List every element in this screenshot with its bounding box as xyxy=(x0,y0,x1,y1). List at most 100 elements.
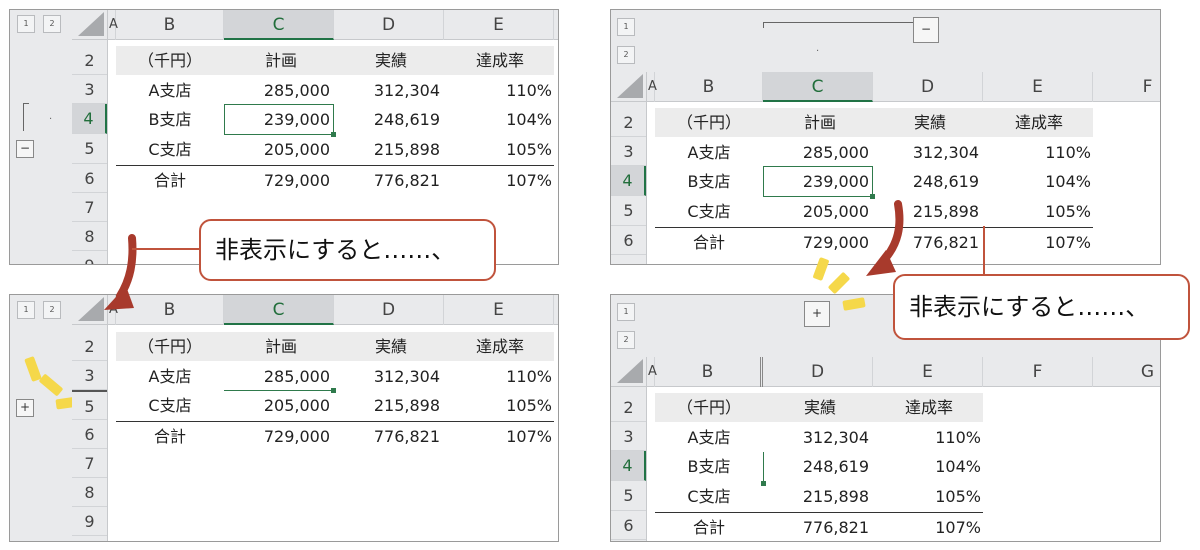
cell-branch[interactable]: C支店 xyxy=(116,391,224,420)
cell-branch[interactable]: A支店 xyxy=(116,76,224,105)
cell-total-rate[interactable]: 107% xyxy=(875,513,981,541)
row-header-3[interactable]: 3 xyxy=(72,75,107,104)
column-header-d[interactable]: D xyxy=(873,72,983,102)
cell-rate[interactable]: 110% xyxy=(875,423,981,452)
column-header-c[interactable]: C xyxy=(763,72,873,102)
cell-actual[interactable]: 312,304 xyxy=(336,362,440,391)
cell-total-label[interactable]: 合計 xyxy=(116,166,224,195)
cell-plan[interactable]: 205,000 xyxy=(226,135,330,164)
header-rate[interactable]: 達成率 xyxy=(446,46,554,75)
row-header-2[interactable]: 2 xyxy=(611,393,646,422)
column-header-a[interactable]: A xyxy=(108,10,118,40)
cell-total-actual[interactable]: 776,821 xyxy=(336,166,440,195)
outline-level-2-button[interactable]: 2 xyxy=(617,331,635,349)
row-header-3[interactable]: 3 xyxy=(72,361,107,390)
outline-level-1-button[interactable]: 1 xyxy=(617,18,635,36)
row-header-7[interactable]: 7 xyxy=(72,193,107,222)
row-header-6[interactable]: 6 xyxy=(72,164,107,193)
column-header-e[interactable]: E xyxy=(444,10,554,40)
row-header-3[interactable]: 3 xyxy=(611,137,646,166)
column-header-d[interactable]: D xyxy=(763,357,873,387)
cell-plan[interactable]: 205,000 xyxy=(765,197,869,226)
row-header-6[interactable]: 6 xyxy=(72,420,107,449)
cell-rate[interactable]: 104% xyxy=(875,452,981,481)
header-plan[interactable]: 計画 xyxy=(226,332,336,361)
cell-total-rate[interactable]: 107% xyxy=(446,422,552,451)
column-header-d[interactable]: D xyxy=(334,295,444,325)
cell-total-label[interactable]: 合計 xyxy=(655,513,763,541)
header-unit[interactable]: （千円） xyxy=(116,332,224,361)
active-cell-c4[interactable] xyxy=(224,104,336,137)
cell-actual[interactable]: 312,304 xyxy=(765,423,869,452)
row-header-8[interactable]: 8 xyxy=(72,478,107,507)
collapse-group-button[interactable]: − xyxy=(913,17,939,43)
cell-actual[interactable]: 215,898 xyxy=(336,391,440,420)
collapse-group-button[interactable]: − xyxy=(16,140,34,158)
cell-rate[interactable]: 104% xyxy=(446,105,552,134)
row-header-4[interactable]: 4 xyxy=(72,104,107,134)
cell-actual[interactable]: 215,898 xyxy=(336,135,440,164)
cell-actual[interactable]: 248,619 xyxy=(765,452,869,481)
column-header-b[interactable]: B xyxy=(116,10,224,40)
row-header-2[interactable]: 2 xyxy=(611,108,646,137)
row-header-7[interactable]: 7 xyxy=(72,449,107,478)
select-all-corner[interactable] xyxy=(72,10,108,40)
cell-branch[interactable]: B支店 xyxy=(655,167,763,196)
column-header-b[interactable]: B xyxy=(655,72,763,102)
outline-level-2-button[interactable]: 2 xyxy=(617,46,635,64)
cell-branch[interactable]: B支店 xyxy=(116,105,224,134)
row-header-5[interactable]: 5 xyxy=(611,196,646,226)
column-header-c[interactable]: C xyxy=(224,10,334,40)
outline-level-1-button[interactable]: 1 xyxy=(617,303,635,321)
column-header-d[interactable]: D xyxy=(334,10,444,40)
cell-rate[interactable]: 105% xyxy=(446,135,552,164)
header-plan[interactable]: 計画 xyxy=(226,46,336,75)
row-header-4[interactable]: 4 xyxy=(611,166,646,196)
select-all-corner[interactable] xyxy=(611,357,647,387)
row-header-6[interactable]: 6 xyxy=(611,511,646,540)
outline-level-1-button[interactable]: 1 xyxy=(17,15,35,33)
column-header-e[interactable]: E xyxy=(873,357,983,387)
header-actual[interactable]: 実績 xyxy=(336,332,446,361)
outline-level-2-button[interactable]: 2 xyxy=(43,301,61,319)
cell-total-plan[interactable]: 729,000 xyxy=(765,228,869,257)
header-rate[interactable]: 達成率 xyxy=(875,393,983,422)
cell-branch[interactable]: A支店 xyxy=(116,362,224,391)
cell-total-rate[interactable]: 107% xyxy=(446,166,552,195)
cell-total-rate[interactable]: 107% xyxy=(985,228,1091,257)
cell-total-label[interactable]: 合計 xyxy=(116,422,224,451)
outline-level-2-button[interactable]: 2 xyxy=(43,15,61,33)
header-plan[interactable]: 計画 xyxy=(765,108,875,137)
cell-rate[interactable]: 105% xyxy=(446,391,552,420)
cell-plan[interactable]: 285,000 xyxy=(226,362,330,391)
cell-actual[interactable]: 248,619 xyxy=(336,105,440,134)
header-actual[interactable]: 実績 xyxy=(875,108,985,137)
cell-branch[interactable]: A支店 xyxy=(655,138,763,167)
row-header-6[interactable]: 6 xyxy=(611,226,646,255)
expand-group-button[interactable]: + xyxy=(16,399,34,417)
cell-total-label[interactable]: 合計 xyxy=(655,228,763,257)
cell-plan[interactable]: 205,000 xyxy=(226,391,330,420)
cell-actual[interactable]: 215,898 xyxy=(765,482,869,511)
cell-total-actual[interactable]: 776,821 xyxy=(336,422,440,451)
column-header-e[interactable]: E xyxy=(983,72,1093,102)
cell-rate[interactable]: 104% xyxy=(985,167,1091,196)
header-rate[interactable]: 達成率 xyxy=(985,108,1093,137)
hidden-row-fill-handle[interactable] xyxy=(331,388,336,393)
column-header-f[interactable]: F xyxy=(983,357,1093,387)
column-header-f[interactable]: F xyxy=(1093,72,1160,102)
cell-plan[interactable]: 285,000 xyxy=(765,138,869,167)
header-actual[interactable]: 実績 xyxy=(336,46,446,75)
column-header-a[interactable]: A xyxy=(647,72,657,102)
header-unit[interactable]: （千円） xyxy=(116,46,224,75)
cell-total-plan[interactable]: 729,000 xyxy=(226,422,330,451)
row-header-5[interactable]: 5 xyxy=(611,481,646,511)
column-header-a[interactable]: A xyxy=(647,357,657,387)
column-header-c[interactable]: C xyxy=(224,295,334,325)
hidden-column-fill-handle[interactable] xyxy=(761,481,766,486)
header-actual[interactable]: 実績 xyxy=(765,393,875,422)
cell-total-plan[interactable]: 729,000 xyxy=(226,166,330,195)
header-rate[interactable]: 達成率 xyxy=(446,332,554,361)
cell-rate[interactable]: 110% xyxy=(446,76,552,105)
outline-level-1-button[interactable]: 1 xyxy=(17,301,35,319)
